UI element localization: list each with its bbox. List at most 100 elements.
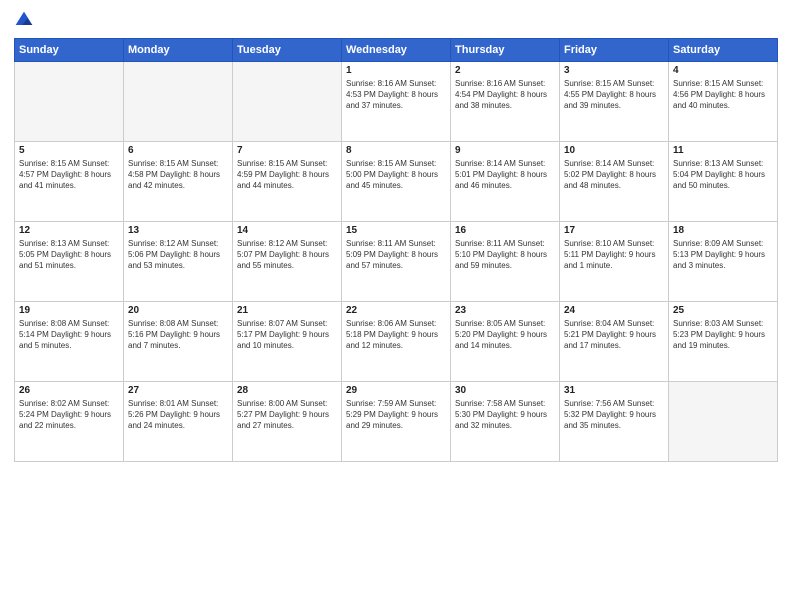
day-number: 21 — [237, 305, 337, 316]
day-cell: 22Sunrise: 8:06 AM Sunset: 5:18 PM Dayli… — [342, 302, 451, 382]
day-number: 17 — [564, 225, 664, 236]
day-info: Sunrise: 8:08 AM Sunset: 5:16 PM Dayligh… — [128, 318, 228, 352]
day-number: 8 — [346, 145, 446, 156]
day-cell: 10Sunrise: 8:14 AM Sunset: 5:02 PM Dayli… — [560, 142, 669, 222]
day-number: 18 — [673, 225, 773, 236]
weekday-header-sunday: Sunday — [15, 39, 124, 62]
day-info: Sunrise: 8:10 AM Sunset: 5:11 PM Dayligh… — [564, 238, 664, 272]
day-number: 6 — [128, 145, 228, 156]
page: SundayMondayTuesdayWednesdayThursdayFrid… — [0, 0, 792, 612]
day-number: 25 — [673, 305, 773, 316]
day-cell: 16 Sunrise: 8:11 AM Sunset: 5:10 PM Dayli… — [451, 222, 560, 302]
day-cell: 20 Sunrise: 8:08 AM Sunset: 5:16 PM Dayli… — [124, 302, 233, 382]
day-info: Sunrise: 8:16 AM Sunset: 4:53 PM Dayligh… — [346, 78, 446, 112]
day-number: 3 — [564, 65, 664, 76]
day-info: Sunrise: 7:58 AM Sunset: 5:30 PM Dayligh… — [455, 398, 555, 432]
day-cell: 3Sunrise: 8:15 AM Sunset: 4:55 PM Daylig… — [560, 62, 669, 142]
day-cell: 11Sunrise: 8:13 AM Sunset: 5:04 PM Dayli… — [669, 142, 778, 222]
day-info: Sunrise: 8:13 AM Sunset: 5:04 PM Dayligh… — [673, 158, 773, 192]
logo-icon — [14, 10, 34, 30]
week-row-4: 26 Sunrise: 8:02 AM Sunset: 5:24 PM Dayli… — [15, 382, 778, 462]
day-info: Sunrise: 8:12 AM Sunset: 5:07 PM Dayligh… — [237, 238, 337, 272]
weekday-header-friday: Friday — [560, 39, 669, 62]
logo — [14, 10, 38, 30]
day-info: Sunrise: 8:07 AM Sunset: 5:17 PM Dayligh… — [237, 318, 337, 352]
day-number: 23 — [455, 305, 555, 316]
day-info: Sunrise: 8:02 AM Sunset: 5:24 PM Dayligh… — [19, 398, 119, 432]
day-number: 26 — [19, 385, 119, 396]
day-number: 28 — [237, 385, 337, 396]
header — [14, 10, 778, 30]
day-cell: 29 Sunrise: 7:59 AM Sunset: 5:29 PM Dayli… — [342, 382, 451, 462]
day-info: Sunrise: 7:59 AM Sunset: 5:29 PM Dayligh… — [346, 398, 446, 432]
day-cell: 17 Sunrise: 8:10 AM Sunset: 5:11 PM Dayli… — [560, 222, 669, 302]
weekday-header-monday: Monday — [124, 39, 233, 62]
day-cell: 9Sunrise: 8:14 AM Sunset: 5:01 PM Daylig… — [451, 142, 560, 222]
day-info: Sunrise: 8:01 AM Sunset: 5:26 PM Dayligh… — [128, 398, 228, 432]
weekday-header-saturday: Saturday — [669, 39, 778, 62]
day-number: 15 — [346, 225, 446, 236]
day-number: 19 — [19, 305, 119, 316]
day-cell: 25 Sunrise: 8:03 AM Sunset: 5:23 PM Dayli… — [669, 302, 778, 382]
day-info: Sunrise: 8:13 AM Sunset: 5:05 PM Dayligh… — [19, 238, 119, 272]
day-cell: 5 Sunrise: 8:15 AM Sunset: 4:57 PM Daylig… — [15, 142, 124, 222]
day-info: Sunrise: 8:00 AM Sunset: 5:27 PM Dayligh… — [237, 398, 337, 432]
weekday-header-tuesday: Tuesday — [233, 39, 342, 62]
day-number: 14 — [237, 225, 337, 236]
week-row-2: 12 Sunrise: 8:13 AM Sunset: 5:05 PM Dayli… — [15, 222, 778, 302]
day-number: 1 — [346, 65, 446, 76]
day-cell: 15 Sunrise: 8:11 AM Sunset: 5:09 PM Dayli… — [342, 222, 451, 302]
day-info: Sunrise: 8:11 AM Sunset: 5:10 PM Dayligh… — [455, 238, 555, 272]
day-number: 29 — [346, 385, 446, 396]
day-cell: 12 Sunrise: 8:13 AM Sunset: 5:05 PM Dayli… — [15, 222, 124, 302]
day-cell — [233, 62, 342, 142]
day-cell: 4 Sunrise: 8:15 AM Sunset: 4:56 PM Daylig… — [669, 62, 778, 142]
day-cell: 1 Sunrise: 8:16 AM Sunset: 4:53 PM Daylig… — [342, 62, 451, 142]
day-cell: 6 Sunrise: 8:15 AM Sunset: 4:58 PM Daylig… — [124, 142, 233, 222]
day-cell: 28 Sunrise: 8:00 AM Sunset: 5:27 PM Dayli… — [233, 382, 342, 462]
day-cell: 19Sunrise: 8:08 AM Sunset: 5:14 PM Dayli… — [15, 302, 124, 382]
day-info: Sunrise: 8:15 AM Sunset: 4:57 PM Dayligh… — [19, 158, 119, 192]
day-cell: 27 Sunrise: 8:01 AM Sunset: 5:26 PM Dayli… — [124, 382, 233, 462]
day-cell: 8 Sunrise: 8:15 AM Sunset: 5:00 PM Daylig… — [342, 142, 451, 222]
day-cell — [15, 62, 124, 142]
day-info: Sunrise: 8:15 AM Sunset: 4:56 PM Dayligh… — [673, 78, 773, 112]
day-number: 31 — [564, 385, 664, 396]
calendar-table: SundayMondayTuesdayWednesdayThursdayFrid… — [14, 38, 778, 462]
day-cell: 14 Sunrise: 8:12 AM Sunset: 5:07 PM Dayli… — [233, 222, 342, 302]
day-info: Sunrise: 8:14 AM Sunset: 5:02 PM Dayligh… — [564, 158, 664, 192]
day-cell: 13Sunrise: 8:12 AM Sunset: 5:06 PM Dayli… — [124, 222, 233, 302]
day-info: Sunrise: 8:16 AM Sunset: 4:54 PM Dayligh… — [455, 78, 555, 112]
day-info: Sunrise: 8:04 AM Sunset: 5:21 PM Dayligh… — [564, 318, 664, 352]
day-info: Sunrise: 8:11 AM Sunset: 5:09 PM Dayligh… — [346, 238, 446, 272]
day-number: 24 — [564, 305, 664, 316]
weekday-header-row: SundayMondayTuesdayWednesdayThursdayFrid… — [15, 39, 778, 62]
day-info: Sunrise: 8:12 AM Sunset: 5:06 PM Dayligh… — [128, 238, 228, 272]
day-cell — [124, 62, 233, 142]
weekday-header-wednesday: Wednesday — [342, 39, 451, 62]
day-info: Sunrise: 8:09 AM Sunset: 5:13 PM Dayligh… — [673, 238, 773, 272]
day-info: Sunrise: 8:03 AM Sunset: 5:23 PM Dayligh… — [673, 318, 773, 352]
day-info: Sunrise: 8:15 AM Sunset: 4:58 PM Dayligh… — [128, 158, 228, 192]
day-number: 16 — [455, 225, 555, 236]
day-info: Sunrise: 8:15 AM Sunset: 5:00 PM Dayligh… — [346, 158, 446, 192]
day-info: Sunrise: 8:06 AM Sunset: 5:18 PM Dayligh… — [346, 318, 446, 352]
day-info: Sunrise: 8:05 AM Sunset: 5:20 PM Dayligh… — [455, 318, 555, 352]
week-row-0: 1 Sunrise: 8:16 AM Sunset: 4:53 PM Daylig… — [15, 62, 778, 142]
weekday-header-thursday: Thursday — [451, 39, 560, 62]
day-number: 12 — [19, 225, 119, 236]
day-cell: 26 Sunrise: 8:02 AM Sunset: 5:24 PM Dayli… — [15, 382, 124, 462]
day-cell: 21 Sunrise: 8:07 AM Sunset: 5:17 PM Dayli… — [233, 302, 342, 382]
day-number: 5 — [19, 145, 119, 156]
week-row-3: 19Sunrise: 8:08 AM Sunset: 5:14 PM Dayli… — [15, 302, 778, 382]
day-number: 27 — [128, 385, 228, 396]
day-number: 4 — [673, 65, 773, 76]
day-info: Sunrise: 7:56 AM Sunset: 5:32 PM Dayligh… — [564, 398, 664, 432]
day-number: 20 — [128, 305, 228, 316]
week-row-1: 5 Sunrise: 8:15 AM Sunset: 4:57 PM Daylig… — [15, 142, 778, 222]
day-number: 30 — [455, 385, 555, 396]
day-number: 2 — [455, 65, 555, 76]
day-cell: 18 Sunrise: 8:09 AM Sunset: 5:13 PM Dayli… — [669, 222, 778, 302]
day-cell: 30 Sunrise: 7:58 AM Sunset: 5:30 PM Dayli… — [451, 382, 560, 462]
day-cell: 23 Sunrise: 8:05 AM Sunset: 5:20 PM Dayli… — [451, 302, 560, 382]
